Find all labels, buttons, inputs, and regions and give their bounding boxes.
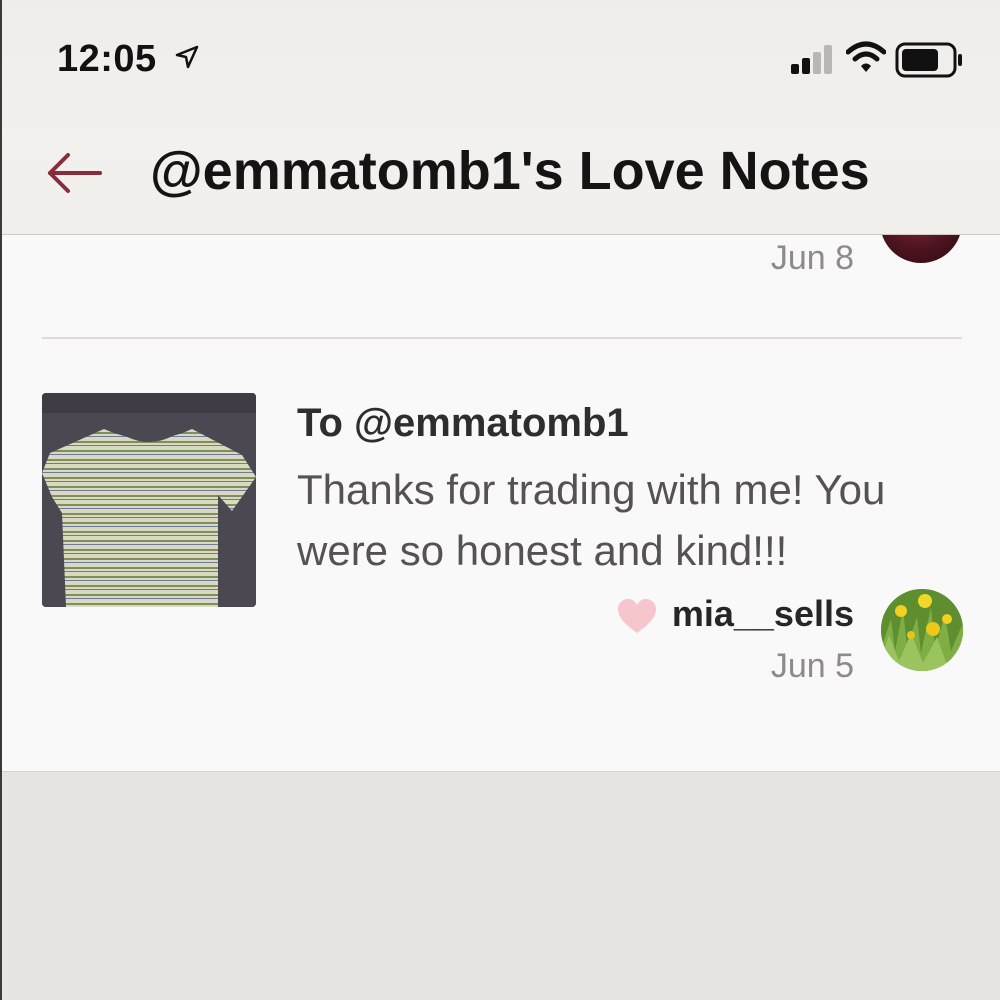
note-date: Jun 5 [770, 647, 854, 685]
sender-avatar[interactable] [881, 589, 963, 671]
love-notes-list: Jun 8 To @emmatomb1 Thanks for trading w… [2, 235, 1000, 772]
page-title: @emmatomb1's Love Notes [150, 141, 870, 201]
note-recipient: To @emmatomb1 [297, 401, 629, 445]
back-button[interactable] [42, 145, 108, 201]
cellular-signal-icon [791, 45, 832, 74]
wifi-icon [846, 41, 886, 72]
heart-icon[interactable] [616, 597, 658, 635]
app-screen: 12:05 @emmatomb1's Love Notes Jun 8 To @… [0, 0, 1000, 1000]
location-arrow-icon [175, 45, 199, 69]
previous-sender-avatar[interactable] [880, 235, 962, 263]
previous-note-date: Jun 8 [770, 239, 854, 277]
dandelion-photo [881, 589, 963, 671]
status-time: 12:05 [57, 38, 157, 80]
battery-icon [895, 42, 962, 78]
item-photo[interactable] [42, 393, 256, 607]
striped-shirt-image [42, 393, 256, 607]
left-arrow-icon [48, 153, 102, 193]
top-bar: 12:05 @emmatomb1's Love Notes [2, 0, 1000, 235]
sender-username[interactable]: mia__sells [672, 593, 854, 635]
divider [42, 337, 962, 339]
note-message: Thanks for trading with me! You were so … [297, 466, 886, 574]
